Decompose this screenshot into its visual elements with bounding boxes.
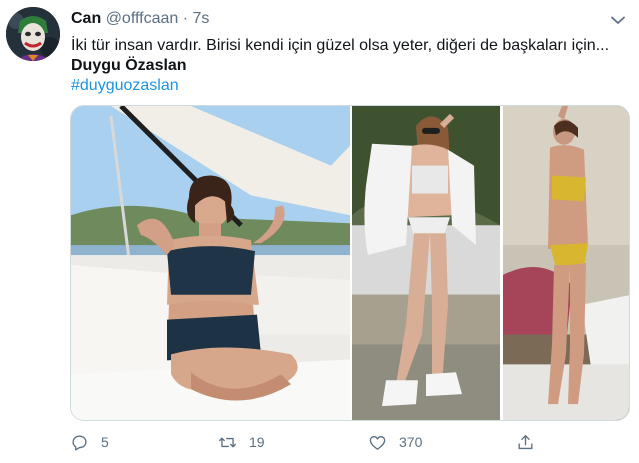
photo-left[interactable] [71,106,350,420]
retweet-icon [219,437,236,447]
retweet-button[interactable]: 19 [218,428,265,456]
reply-count: 5 [101,434,109,450]
like-icon [369,435,386,450]
share-icon [518,434,533,449]
share-button[interactable] [516,428,535,456]
tweet-text: İki tür insan vardır. Birisi kendi için … [71,37,610,54]
tweet-header: Can @offfcaan · 7s [71,9,209,29]
mention-name: Duygu Özaslan [71,57,187,74]
retweet-count: 19 [249,434,265,450]
author-name[interactable]: Can [71,10,101,27]
media-grid [70,105,630,421]
reply-button[interactable]: 5 [70,428,109,456]
photo-right[interactable] [352,106,629,420]
author-handle[interactable]: @offfcaan [106,10,179,27]
tweet-actions: 5 19 370 [0,428,639,456]
reply-icon [72,434,87,450]
hashtag-link[interactable]: #duyguozaslan [71,76,179,96]
tweet-time[interactable]: 7s [193,10,210,27]
like-button[interactable]: 370 [368,428,422,456]
avatar[interactable] [6,7,60,61]
chevron-down-icon[interactable] [606,8,630,32]
separator-dot: · [182,10,189,27]
like-count: 370 [399,434,423,450]
